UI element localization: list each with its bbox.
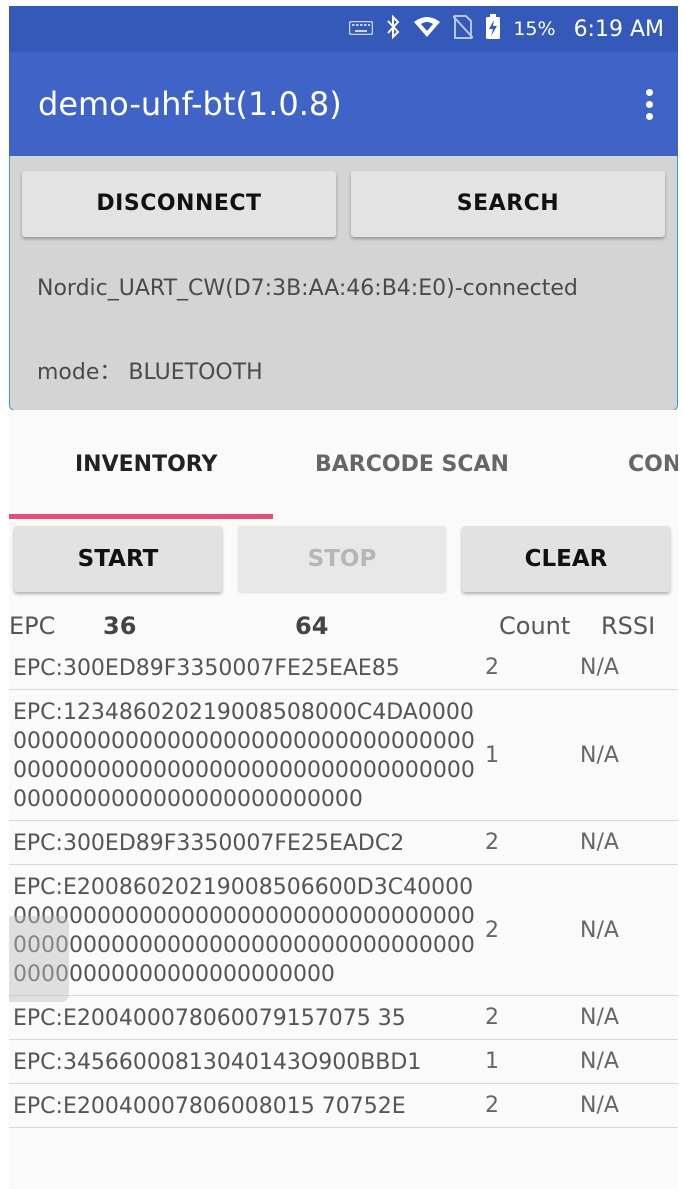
- wifi-icon: [413, 16, 441, 42]
- rssi-value: N/A: [580, 655, 619, 680]
- count-value: 2: [485, 655, 499, 680]
- connection-mode: mode： BLUETOOTH: [37, 360, 263, 385]
- tab-con[interactable]: CON: [628, 410, 678, 520]
- battery-percent: 15%: [513, 18, 556, 40]
- disconnect-button[interactable]: DISCONNECT: [22, 171, 336, 237]
- rssi-value: N/A: [580, 917, 619, 943]
- tab-barcode-scan[interactable]: BARCODE SCAN: [315, 410, 509, 520]
- app-bar: demo-uhf-bt(1.0.8): [9, 52, 678, 156]
- connection-panel: DISCONNECT SEARCH Nordic_UART_CW(D7:3B:A…: [9, 156, 678, 411]
- total-read-count: 64: [295, 612, 329, 640]
- table-row[interactable]: EPC:E200400078060079157075 35 2 N/A: [9, 996, 678, 1040]
- connection-status: Nordic_UART_CW(D7:3B:AA:46:B4:E0)-connec…: [37, 276, 578, 301]
- rssi-value: N/A: [580, 1049, 619, 1074]
- app-title: demo-uhf-bt(1.0.8): [38, 85, 342, 123]
- epc-value: EPC:34566000813040143O900BBD1: [13, 1050, 422, 1075]
- epc-value: EPC:300ED89F3350007FE25EAE85: [13, 656, 400, 681]
- epc-value: EPC:123486020219008508000C4DA00000000000…: [13, 700, 475, 812]
- epc-value: EPC:300ED89F3350007FE25EADC2: [13, 831, 405, 856]
- stop-button[interactable]: STOP: [238, 526, 446, 592]
- epc-value: EPC:E20086020219008506600D3C400000000000…: [13, 875, 475, 987]
- unique-tag-count: 36: [103, 612, 137, 640]
- table-row[interactable]: EPC:E20086020219008506600D3C400000000000…: [9, 865, 678, 996]
- rssi-value: N/A: [580, 1005, 619, 1030]
- clock: 6:19 AM: [573, 16, 664, 42]
- status-bar: 15% 6:19 AM: [9, 6, 678, 52]
- table-header: EPC 36 64 Count RSSI: [9, 606, 678, 646]
- fast-scroll-thumb[interactable]: [9, 916, 69, 1002]
- clear-button[interactable]: CLEAR: [462, 526, 670, 592]
- count-value: 2: [485, 917, 499, 943]
- header-rssi: RSSI: [601, 612, 656, 640]
- rssi-value: N/A: [580, 742, 619, 768]
- tab-bar: INVENTORY BARCODE SCAN CON: [9, 410, 678, 520]
- table-row[interactable]: EPC:34566000813040143O900BBD1 1 N/A: [9, 1040, 678, 1084]
- header-count: Count: [499, 612, 571, 640]
- table-row[interactable]: EPC:E20040007806008015 70752E 2 N/A: [9, 1084, 678, 1128]
- count-value: 1: [485, 742, 499, 768]
- count-value: 1: [485, 1049, 499, 1074]
- bluetooth-icon: [385, 14, 401, 44]
- header-epc: EPC: [9, 612, 56, 640]
- epc-list[interactable]: EPC:300ED89F3350007FE25EAE85 2 N/A EPC:1…: [9, 646, 678, 1128]
- battery-charging-icon: [485, 14, 501, 44]
- app-screen: 15% 6:19 AM demo-uhf-bt(1.0.8) DISCONNEC…: [9, 6, 678, 1189]
- count-value: 2: [485, 830, 499, 855]
- start-button[interactable]: START: [14, 526, 222, 592]
- count-value: 2: [485, 1005, 499, 1030]
- keyboard-icon: [349, 20, 374, 39]
- rssi-value: N/A: [580, 1093, 619, 1118]
- table-row[interactable]: EPC:300ED89F3350007FE25EAE85 2 N/A: [9, 646, 678, 690]
- count-value: 2: [485, 1093, 499, 1118]
- table-row[interactable]: EPC:123486020219008508000C4DA00000000000…: [9, 690, 678, 821]
- tab-inventory[interactable]: INVENTORY: [75, 410, 217, 520]
- overflow-menu-icon[interactable]: [644, 89, 654, 123]
- no-sim-icon: [452, 15, 475, 43]
- rssi-value: N/A: [580, 830, 619, 855]
- tab-indicator: [9, 514, 273, 519]
- table-row[interactable]: EPC:300ED89F3350007FE25EADC2 2 N/A: [9, 821, 678, 865]
- epc-value: EPC:E20040007806008015 70752E: [13, 1094, 406, 1119]
- epc-value: EPC:E200400078060079157075 35: [13, 1006, 406, 1031]
- search-button[interactable]: SEARCH: [351, 171, 665, 237]
